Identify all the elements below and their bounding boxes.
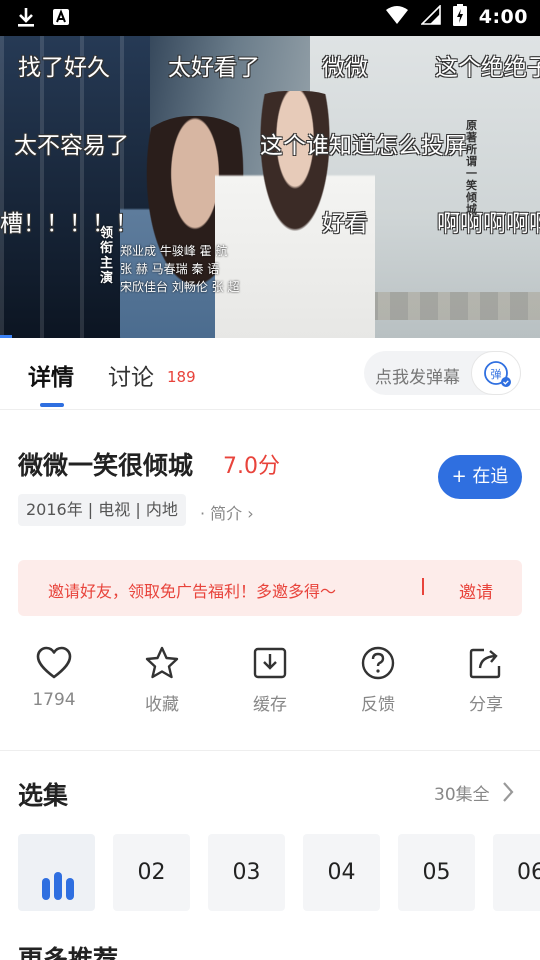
playing-icon bbox=[42, 872, 74, 900]
credits-line: 张 赫 马春瑞 秦 语 bbox=[120, 262, 220, 276]
share-icon bbox=[469, 648, 501, 679]
follow-button[interactable]: + 在追 bbox=[438, 455, 522, 499]
question-icon bbox=[361, 646, 395, 680]
danmaku-comment: 这个谁知道怎么投屏 bbox=[260, 133, 467, 159]
invite-button[interactable]: 邀请 bbox=[459, 578, 493, 603]
danmaku-comment: 微微 bbox=[322, 55, 368, 81]
download-icon bbox=[253, 647, 287, 679]
danmaku-input[interactable]: 点我发弹幕 弹 bbox=[364, 351, 521, 395]
episode-button[interactable]: 05 bbox=[398, 834, 475, 911]
share-button[interactable]: 分享 bbox=[450, 640, 522, 715]
action-row: 1794 收藏 缓存 反馈 分享 bbox=[0, 640, 540, 730]
credits-label: 领衔主演 bbox=[100, 226, 114, 286]
clock: 4:00 bbox=[478, 6, 528, 28]
cache-button[interactable]: 缓存 bbox=[234, 640, 306, 715]
danmaku-comment: 好看 bbox=[322, 211, 368, 237]
wifi-icon bbox=[385, 5, 409, 29]
danmaku-input-placeholder: 点我发弹幕 bbox=[375, 368, 460, 388]
episodes-title: 选集 bbox=[18, 781, 69, 810]
status-bar: 4:00 bbox=[0, 0, 540, 36]
tab-detail[interactable]: 详情 bbox=[28, 358, 74, 392]
battery-icon bbox=[452, 4, 467, 30]
favorite-label: 收藏 bbox=[145, 695, 179, 715]
like-count: 1794 bbox=[32, 690, 76, 710]
danmaku-toggle-icon: 弹 bbox=[484, 361, 511, 387]
show-score: 7.0分 bbox=[223, 454, 280, 479]
invite-banner[interactable]: 邀请好友，领取免广告福利！多邀多得～ 邀请 bbox=[18, 560, 522, 616]
episode-button[interactable]: 03 bbox=[208, 834, 285, 911]
download-icon bbox=[16, 6, 36, 32]
heart-icon bbox=[36, 646, 72, 679]
episode-button[interactable]: 06 bbox=[493, 834, 540, 911]
credits-line: 宋欣佳台 刘畅伦 张 超 bbox=[120, 280, 240, 294]
show-meta-tag: 2016年 | 电视 | 内地 bbox=[18, 494, 186, 526]
more-recommend-title: 更多推荐 bbox=[18, 945, 119, 960]
feedback-label: 反馈 bbox=[361, 695, 395, 715]
show-title: 微微一笑很倾城 bbox=[18, 451, 194, 480]
danmaku-toggle-label: 弹 bbox=[491, 367, 502, 381]
active-tab-indicator bbox=[40, 403, 64, 407]
danmaku-comment: 啊啊啊啊啊 bbox=[437, 211, 540, 237]
intro-link[interactable]: · 简介 › bbox=[200, 500, 254, 524]
signal-icon bbox=[419, 4, 441, 29]
vertical-caption: 原著所谓一笑倾城 bbox=[466, 119, 477, 216]
episode-01-playing[interactable] bbox=[18, 834, 95, 911]
invite-divider bbox=[422, 578, 424, 595]
discuss-count-badge: 189 bbox=[167, 368, 196, 386]
share-label: 分享 bbox=[469, 695, 503, 715]
danmaku-comment: 槽！！！！！ bbox=[0, 211, 138, 237]
invite-text: 邀请好友，领取免广告福利！多邀多得～ bbox=[48, 582, 337, 601]
danmaku-comment: 找了好久 bbox=[18, 55, 110, 81]
favorite-button[interactable]: 收藏 bbox=[126, 640, 198, 715]
chevron-right-icon[interactable] bbox=[500, 780, 516, 804]
detail-tabs: 详情 讨论 189 点我发弹幕 弹 bbox=[0, 338, 540, 410]
episode-button[interactable]: 04 bbox=[303, 834, 380, 911]
cache-label: 缓存 bbox=[253, 695, 287, 715]
section-divider bbox=[0, 750, 540, 751]
danmaku-comment: 这个绝绝子 bbox=[435, 55, 540, 81]
credits-line: 郑业成 牛骏峰 霍 航 bbox=[120, 244, 228, 258]
danmaku-comment: 太不容易了 bbox=[14, 133, 129, 159]
danmaku-toggle-button[interactable]: 弹 bbox=[471, 351, 521, 395]
like-button[interactable]: 1794 bbox=[18, 640, 90, 710]
tab-discuss[interactable]: 讨论 bbox=[108, 358, 154, 392]
video-player[interactable]: 找了好久 太好看了 微微 这个绝绝子 太不容易了 这个谁知道怎么投屏 槽！！！！… bbox=[0, 36, 540, 338]
star-icon bbox=[145, 646, 179, 679]
danmaku-comment: 太好看了 bbox=[168, 55, 260, 81]
feedback-button[interactable]: 反馈 bbox=[342, 640, 414, 715]
episode-button[interactable]: 02 bbox=[113, 834, 190, 911]
episodes-total-link[interactable]: 30集全 bbox=[434, 780, 490, 805]
app-notification-icon bbox=[52, 8, 70, 30]
